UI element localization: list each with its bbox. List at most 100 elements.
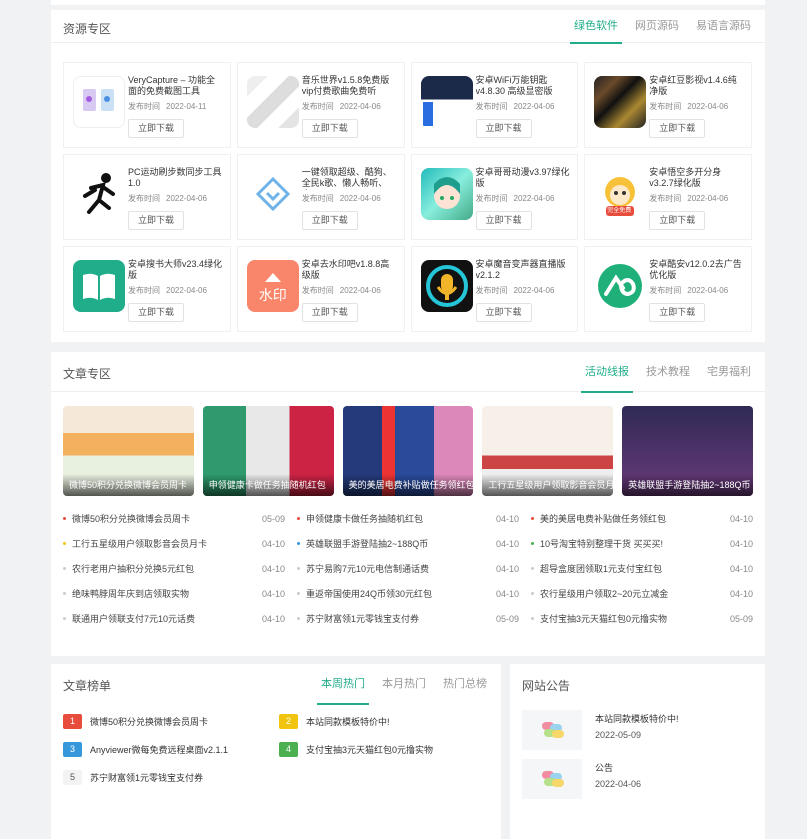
article-list-title[interactable]: 10号淘宝特别整理干货 买买买! bbox=[540, 537, 724, 550]
featured-article-card[interactable]: 工行五星级用户领取影音会员月卡 bbox=[482, 406, 614, 496]
ranking-item-text[interactable]: Anyviewer微每免费远程桌面v2.1.1 bbox=[90, 743, 228, 756]
article-list-title[interactable]: 工行五星级用户领取影音会员月卡 bbox=[72, 537, 256, 550]
resource-title[interactable]: 安卓搜书大师v23.4绿化版 bbox=[128, 259, 224, 282]
article-list-title[interactable]: 苏宁财富领1元零钱宝支付券 bbox=[306, 612, 490, 625]
resource-card[interactable]: 一键领取超级、酷狗、全民k歌、懒人畅听、喜... 发布时间2022-04-06 立… bbox=[236, 154, 405, 240]
notice-item[interactable]: 公告 2022-04-06 bbox=[522, 759, 752, 799]
resource-title[interactable]: PC运动刷步数同步工具 1.0 bbox=[128, 167, 224, 190]
article-list-title[interactable]: 重返帝国使用24Q币领30元红包 bbox=[306, 587, 490, 600]
tab-monthly-hot[interactable]: 本月热门 bbox=[382, 664, 426, 704]
resource-card[interactable]: 安卓酷安v12.0.2去广告优化版 发布时间 2022-04-06 立即下载 bbox=[584, 246, 752, 332]
download-button[interactable]: 立即下载 bbox=[475, 303, 532, 322]
article-list-item[interactable]: 农行老用户抽积分兑换5元红包 04-10 bbox=[63, 562, 285, 575]
featured-article-card[interactable]: 微博50积分兑换微博会员周卡 bbox=[63, 406, 194, 496]
ranking-item[interactable]: 3 Anyviewer微每免费远程桌面v2.1.1 bbox=[63, 742, 267, 757]
resource-title[interactable]: 一键领取超级、酷狗、全民k歌、懒人畅听、喜... bbox=[302, 167, 398, 190]
article-list-item[interactable]: 苏宁易购7元10元电信制通话费 04-10 bbox=[297, 562, 519, 575]
featured-article-caption[interactable]: 微博50积分兑换微博会员周卡 bbox=[63, 474, 194, 496]
download-button[interactable]: 立即下载 bbox=[301, 303, 358, 322]
article-list-title[interactable]: 微博50积分兑换微博会员周卡 bbox=[72, 512, 256, 525]
article-list-title[interactable]: 农行老用户抽积分兑换5元红包 bbox=[72, 562, 256, 575]
article-list-item[interactable]: 苏宁财富领1元零钱宝支付券 05-09 bbox=[297, 612, 519, 625]
resource-card[interactable]: 安卓WiFi万能钥匙v4.8.30 高级显密版 发布时间 2022-04-06 立即… bbox=[410, 62, 579, 148]
download-button[interactable]: 立即下载 bbox=[128, 119, 184, 138]
tab-tech-tutorials[interactable]: 技术教程 bbox=[646, 352, 690, 392]
tab-green-software[interactable]: 绿色软件 bbox=[570, 10, 622, 44]
resource-card[interactable]: 安卓红豆影视v1.4.6纯净版 发布时间 2022-04-06 立即下载 bbox=[584, 62, 752, 148]
resource-title[interactable]: 音乐世界v1.5.8免费版 vip付费歌曲免费听 bbox=[302, 75, 398, 98]
article-list-item[interactable]: 美的美居电费补贴做任务领红包 04-10 bbox=[531, 512, 753, 525]
article-list-item[interactable]: 10号淘宝特别整理干货 买买买! 04-10 bbox=[531, 537, 753, 550]
ranking-item-text[interactable]: 本站同款模板特价中! bbox=[306, 715, 390, 728]
ranking-item[interactable]: 4 支付宝抽3元天猫红包0元撸实物 bbox=[279, 742, 483, 757]
tab-e-language-source[interactable]: 易语言源码 bbox=[696, 10, 751, 43]
download-button[interactable]: 立即下载 bbox=[301, 119, 358, 138]
article-list-item[interactable]: 超导盒度团领取1元支付宝红包 04-10 bbox=[531, 562, 753, 575]
featured-article-caption[interactable]: 美的美居电费补贴做任务领红包 bbox=[342, 474, 474, 496]
article-list-title[interactable]: 申领健康卡做任务抽随机红包 bbox=[306, 512, 490, 525]
resource-title[interactable]: 安卓WiFi万能钥匙v4.8.30 高级显密版 bbox=[476, 75, 572, 98]
article-list-item[interactable]: 工行五星级用户领取影音会员月卡 04-10 bbox=[63, 537, 285, 550]
tab-web-source[interactable]: 网页源码 bbox=[635, 10, 679, 43]
article-list-item[interactable]: 支付宝抽3元天猫红包0元撸实物 05-09 bbox=[531, 612, 753, 625]
article-list-item[interactable]: 重返帝国使用24Q币领30元红包 04-10 bbox=[297, 587, 519, 600]
tab-weekly-hot[interactable]: 本周热门 bbox=[317, 664, 369, 705]
ranking-item-text[interactable]: 苏宁财富领1元零钱宝支付券 bbox=[90, 771, 203, 784]
featured-article-card[interactable]: 英雄联盟手游登陆抽2~188Q币 bbox=[622, 406, 753, 496]
featured-article-card[interactable]: 申领健康卡做任务抽随机红包 bbox=[202, 406, 334, 496]
tab-otaku-welfare[interactable]: 宅男福利 bbox=[707, 352, 751, 392]
notice-item[interactable]: 本站同款模板特价中! 2022-05-09 bbox=[522, 710, 752, 750]
notice-title[interactable]: 公告 bbox=[595, 761, 613, 774]
download-button[interactable]: 立即下载 bbox=[301, 211, 358, 230]
ranking-item-text[interactable]: 支付宝抽3元天猫红包0元撸实物 bbox=[306, 743, 433, 756]
resource-title[interactable]: 安卓红豆影视v1.4.6纯净版 bbox=[649, 75, 745, 98]
article-list-title[interactable]: 联通用户领联支付7元10元话费 bbox=[72, 612, 256, 625]
resource-title[interactable]: 安卓哥哥动漫v3.97绿化版 bbox=[476, 167, 572, 190]
download-button[interactable]: 立即下载 bbox=[128, 303, 184, 322]
ranking-item[interactable]: 2 本站同款模板特价中! bbox=[279, 714, 483, 729]
resource-title[interactable]: VeryCapture – 功能全面的免费截图工具 bbox=[128, 75, 224, 98]
ranking-item[interactable]: 1 微博50积分兑换微博会员周卡 bbox=[63, 714, 267, 729]
resource-title[interactable]: 安卓悟空多开分身v3.2.7绿化版 bbox=[649, 167, 745, 190]
ranking-item-text[interactable]: 微博50积分兑换微博会员周卡 bbox=[90, 715, 208, 728]
resource-card[interactable]: 完全免费 安卓悟空多开分身v3.2.7绿化版 发布时间 2022-04-06 立即下… bbox=[584, 154, 752, 240]
notice-title[interactable]: 本站同款模板特价中! bbox=[595, 712, 679, 725]
article-list-item[interactable]: 绝味鸭脖周年庆到店领取实物 04-10 bbox=[63, 587, 285, 600]
resource-card[interactable]: PC运动刷步数同步工具 1.0 发布时间 2022-04-06 立即下载 bbox=[63, 154, 231, 240]
article-list-item[interactable]: 英雄联盟手游登陆抽2~188Q币 04-10 bbox=[297, 537, 519, 550]
resource-card[interactable]: 水印 安卓去水印吧v1.8.8高级版 发布时间 2022-04-06 立即下载 bbox=[236, 246, 405, 332]
download-button[interactable]: 立即下载 bbox=[475, 119, 532, 138]
article-list-title[interactable]: 英雄联盟手游登陆抽2~188Q币 bbox=[306, 537, 490, 550]
article-list-item[interactable]: 农行星级用户领取2~20元立减金 04-10 bbox=[531, 587, 753, 600]
resource-title[interactable]: 安卓酷安v12.0.2去广告优化版 bbox=[649, 259, 745, 282]
article-list-title[interactable]: 绝味鸭脖周年庆到店领取实物 bbox=[72, 587, 256, 600]
download-button[interactable]: 立即下载 bbox=[128, 211, 184, 230]
article-list-title[interactable]: 农行星级用户领取2~20元立减金 bbox=[540, 587, 724, 600]
featured-article-caption[interactable]: 申领健康卡做任务抽随机红包 bbox=[202, 474, 334, 496]
resource-card[interactable]: 安卓魔音变声器直播版v2.1.2 发布时间 2022-04-06 立即下载 bbox=[410, 246, 579, 332]
article-list-item[interactable]: 联通用户领联支付7元10元话费 04-10 bbox=[63, 612, 285, 625]
download-button[interactable]: 立即下载 bbox=[649, 211, 706, 230]
download-button[interactable]: 立即下载 bbox=[475, 211, 532, 230]
article-list-title[interactable]: 苏宁易购7元10元电信制通话费 bbox=[306, 562, 490, 575]
resource-title[interactable]: 安卓去水印吧v1.8.8高级版 bbox=[302, 259, 398, 282]
resource-card[interactable]: 安卓搜书大师v23.4绿化版 发布时间 2022-04-06 立即下载 bbox=[63, 246, 231, 332]
article-list-item[interactable]: 申领健康卡做任务抽随机红包 04-10 bbox=[297, 512, 519, 525]
article-list-title[interactable]: 美的美居电费补贴做任务领红包 bbox=[540, 512, 724, 525]
featured-article-caption[interactable]: 工行五星级用户领取影音会员月卡 bbox=[482, 474, 614, 496]
article-list-item[interactable]: 微博50积分兑换微博会员周卡 05-09 bbox=[63, 512, 285, 525]
download-button[interactable]: 立即下载 bbox=[649, 303, 706, 322]
resource-card[interactable]: 安卓哥哥动漫v3.97绿化版 发布时间 2022-04-06 立即下载 bbox=[410, 154, 579, 240]
featured-article-caption[interactable]: 英雄联盟手游登陆抽2~188Q币 bbox=[622, 474, 753, 496]
tab-all-time-hot[interactable]: 热门总榜 bbox=[443, 664, 487, 704]
resource-title[interactable]: 安卓魔音变声器直播版v2.1.2 bbox=[476, 259, 572, 282]
tab-activity-news[interactable]: 活动线报 bbox=[581, 352, 633, 393]
ranking-item[interactable]: 5 苏宁财富领1元零钱宝支付券 bbox=[63, 770, 267, 785]
article-list-title[interactable]: 超导盒度团领取1元支付宝红包 bbox=[540, 562, 724, 575]
download-button[interactable]: 立即下载 bbox=[649, 119, 706, 138]
article-list-title[interactable]: 支付宝抽3元天猫红包0元撸实物 bbox=[540, 612, 724, 625]
resource-card[interactable]: VeryCapture – 功能全面的免费截图工具 发布时间 2022-04-11 … bbox=[63, 62, 231, 148]
resource-card[interactable]: 音乐世界v1.5.8免费版 vip付费歌曲免费听 发布时间 2022-04-06 立… bbox=[236, 62, 405, 148]
featured-articles: 微博50积分兑换微博会员周卡 申领健康卡做任务抽随机红包 美的美居电费补贴做任务… bbox=[63, 406, 753, 496]
featured-article-card[interactable]: 美的美居电费补贴做任务领红包 bbox=[342, 406, 474, 496]
